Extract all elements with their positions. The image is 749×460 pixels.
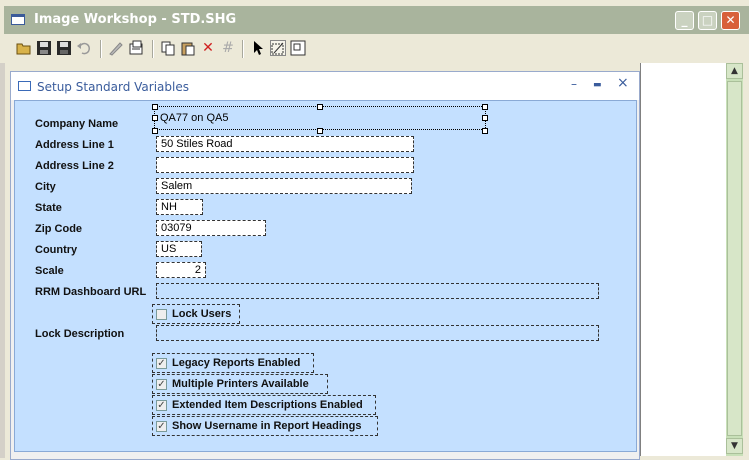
- resize-handle[interactable]: [482, 104, 488, 110]
- undo-icon[interactable]: [76, 40, 92, 56]
- checkbox-box[interactable]: [156, 309, 167, 320]
- checkbox-label: Extended Item Descriptions Enabled: [172, 399, 363, 411]
- save-all-icon[interactable]: [56, 40, 72, 56]
- label-city: City: [35, 181, 56, 193]
- pencil-icon[interactable]: [108, 40, 124, 56]
- checkbox-box[interactable]: ✓: [156, 379, 167, 390]
- maximize-button[interactable]: □: [698, 11, 717, 30]
- label-scale: Scale: [35, 265, 64, 277]
- resize-handle[interactable]: [152, 128, 158, 134]
- child-titlebar[interactable]: Setup Standard Variables – ▬ ×: [11, 72, 639, 100]
- window-titlebar[interactable]: Image Workshop - STD.SHG _ □ ✕: [4, 6, 749, 34]
- country-field[interactable]: US: [156, 241, 202, 257]
- checkbox-label: Multiple Printers Available: [172, 378, 309, 390]
- left-edge: [0, 63, 5, 458]
- rrm-dashboard-url-field[interactable]: [156, 283, 599, 299]
- checkbox-box[interactable]: ✓: [156, 358, 167, 369]
- scrollbar-thumb[interactable]: [727, 81, 742, 436]
- toolbar: ✕ #: [12, 37, 342, 61]
- pointer-icon[interactable]: [250, 40, 266, 56]
- label-rrm-dashboard-url: RRM Dashboard URL: [35, 286, 147, 298]
- properties-icon[interactable]: [128, 40, 144, 56]
- lock-description-field[interactable]: [156, 325, 599, 341]
- child-window-title: Setup Standard Variables: [37, 80, 189, 94]
- scroll-down-icon[interactable]: ▼: [726, 438, 743, 454]
- copy-icon[interactable]: [160, 40, 176, 56]
- scroll-up-icon[interactable]: ▲: [726, 63, 743, 79]
- workspace-background: [640, 63, 729, 456]
- legacy-reports-checkbox[interactable]: ✓ Legacy Reports Enabled: [152, 353, 314, 373]
- child-minimize-button[interactable]: –: [571, 77, 577, 91]
- show-username-checkbox[interactable]: ✓ Show Username in Report Headings: [152, 416, 378, 436]
- city-field[interactable]: Salem: [156, 178, 412, 194]
- close-button[interactable]: ✕: [721, 11, 740, 30]
- child-maximize-button[interactable]: ▬: [593, 80, 602, 90]
- resize-handle[interactable]: [317, 104, 323, 110]
- label-lock-description: Lock Description: [35, 328, 125, 340]
- window-title: Image Workshop - STD.SHG: [34, 12, 237, 27]
- company-name-field[interactable]: QA77 on QA5: [156, 111, 456, 127]
- resize-handle[interactable]: [482, 115, 488, 121]
- address-line-2-field[interactable]: [156, 157, 414, 173]
- multiple-printers-checkbox[interactable]: ✓ Multiple Printers Available: [152, 374, 328, 394]
- toolbar-separator: [100, 40, 102, 58]
- open-icon[interactable]: [16, 40, 32, 56]
- toolbar-separator: [152, 40, 154, 58]
- label-state: State: [35, 202, 62, 214]
- vertical-scrollbar[interactable]: ▲ ▼: [726, 63, 743, 456]
- label-zip-code: Zip Code: [35, 223, 83, 235]
- lock-users-checkbox[interactable]: Lock Users: [152, 304, 240, 324]
- edit-mode-icon[interactable]: [270, 40, 286, 56]
- checkbox-box[interactable]: ✓: [156, 421, 167, 432]
- checkbox-label: Show Username in Report Headings: [172, 420, 362, 432]
- form-area: Company Name Address Line 1 Address Line…: [14, 100, 637, 452]
- label-company-name: Company Name: [35, 118, 119, 130]
- app-window-icon: [11, 14, 25, 25]
- checkbox-label: Legacy Reports Enabled: [172, 357, 301, 369]
- resize-handle[interactable]: [482, 128, 488, 134]
- extended-item-descriptions-checkbox[interactable]: ✓ Extended Item Descriptions Enabled: [152, 395, 376, 415]
- save-icon[interactable]: [36, 40, 52, 56]
- zip-code-field[interactable]: 03079: [156, 220, 266, 236]
- resize-handle[interactable]: [152, 104, 158, 110]
- paste-icon[interactable]: [180, 40, 196, 56]
- state-field[interactable]: NH: [156, 199, 203, 215]
- checkbox-box[interactable]: ✓: [156, 400, 167, 411]
- app-window: Image Workshop - STD.SHG _ □ ✕ ✕ # ▲ ▼ S…: [0, 0, 749, 460]
- minimize-button[interactable]: _: [675, 11, 694, 30]
- grid-icon[interactable]: #: [220, 40, 236, 56]
- child-window-icon: [18, 81, 31, 91]
- label-address-line-1: Address Line 1: [35, 139, 114, 151]
- child-close-button[interactable]: ×: [617, 75, 629, 91]
- resize-icon[interactable]: [290, 40, 306, 56]
- resize-handle[interactable]: [152, 115, 158, 121]
- resize-handle[interactable]: [317, 128, 323, 134]
- label-address-line-2: Address Line 2: [35, 160, 114, 172]
- toolbar-separator: [242, 40, 244, 58]
- address-line-1-field[interactable]: 50 Stiles Road: [156, 136, 414, 152]
- scale-field[interactable]: 2: [156, 262, 206, 278]
- label-country: Country: [35, 244, 78, 256]
- setup-standard-variables-window: Setup Standard Variables – ▬ × Company N…: [10, 71, 640, 460]
- checkbox-label: Lock Users: [172, 308, 232, 320]
- delete-icon[interactable]: ✕: [200, 40, 216, 56]
